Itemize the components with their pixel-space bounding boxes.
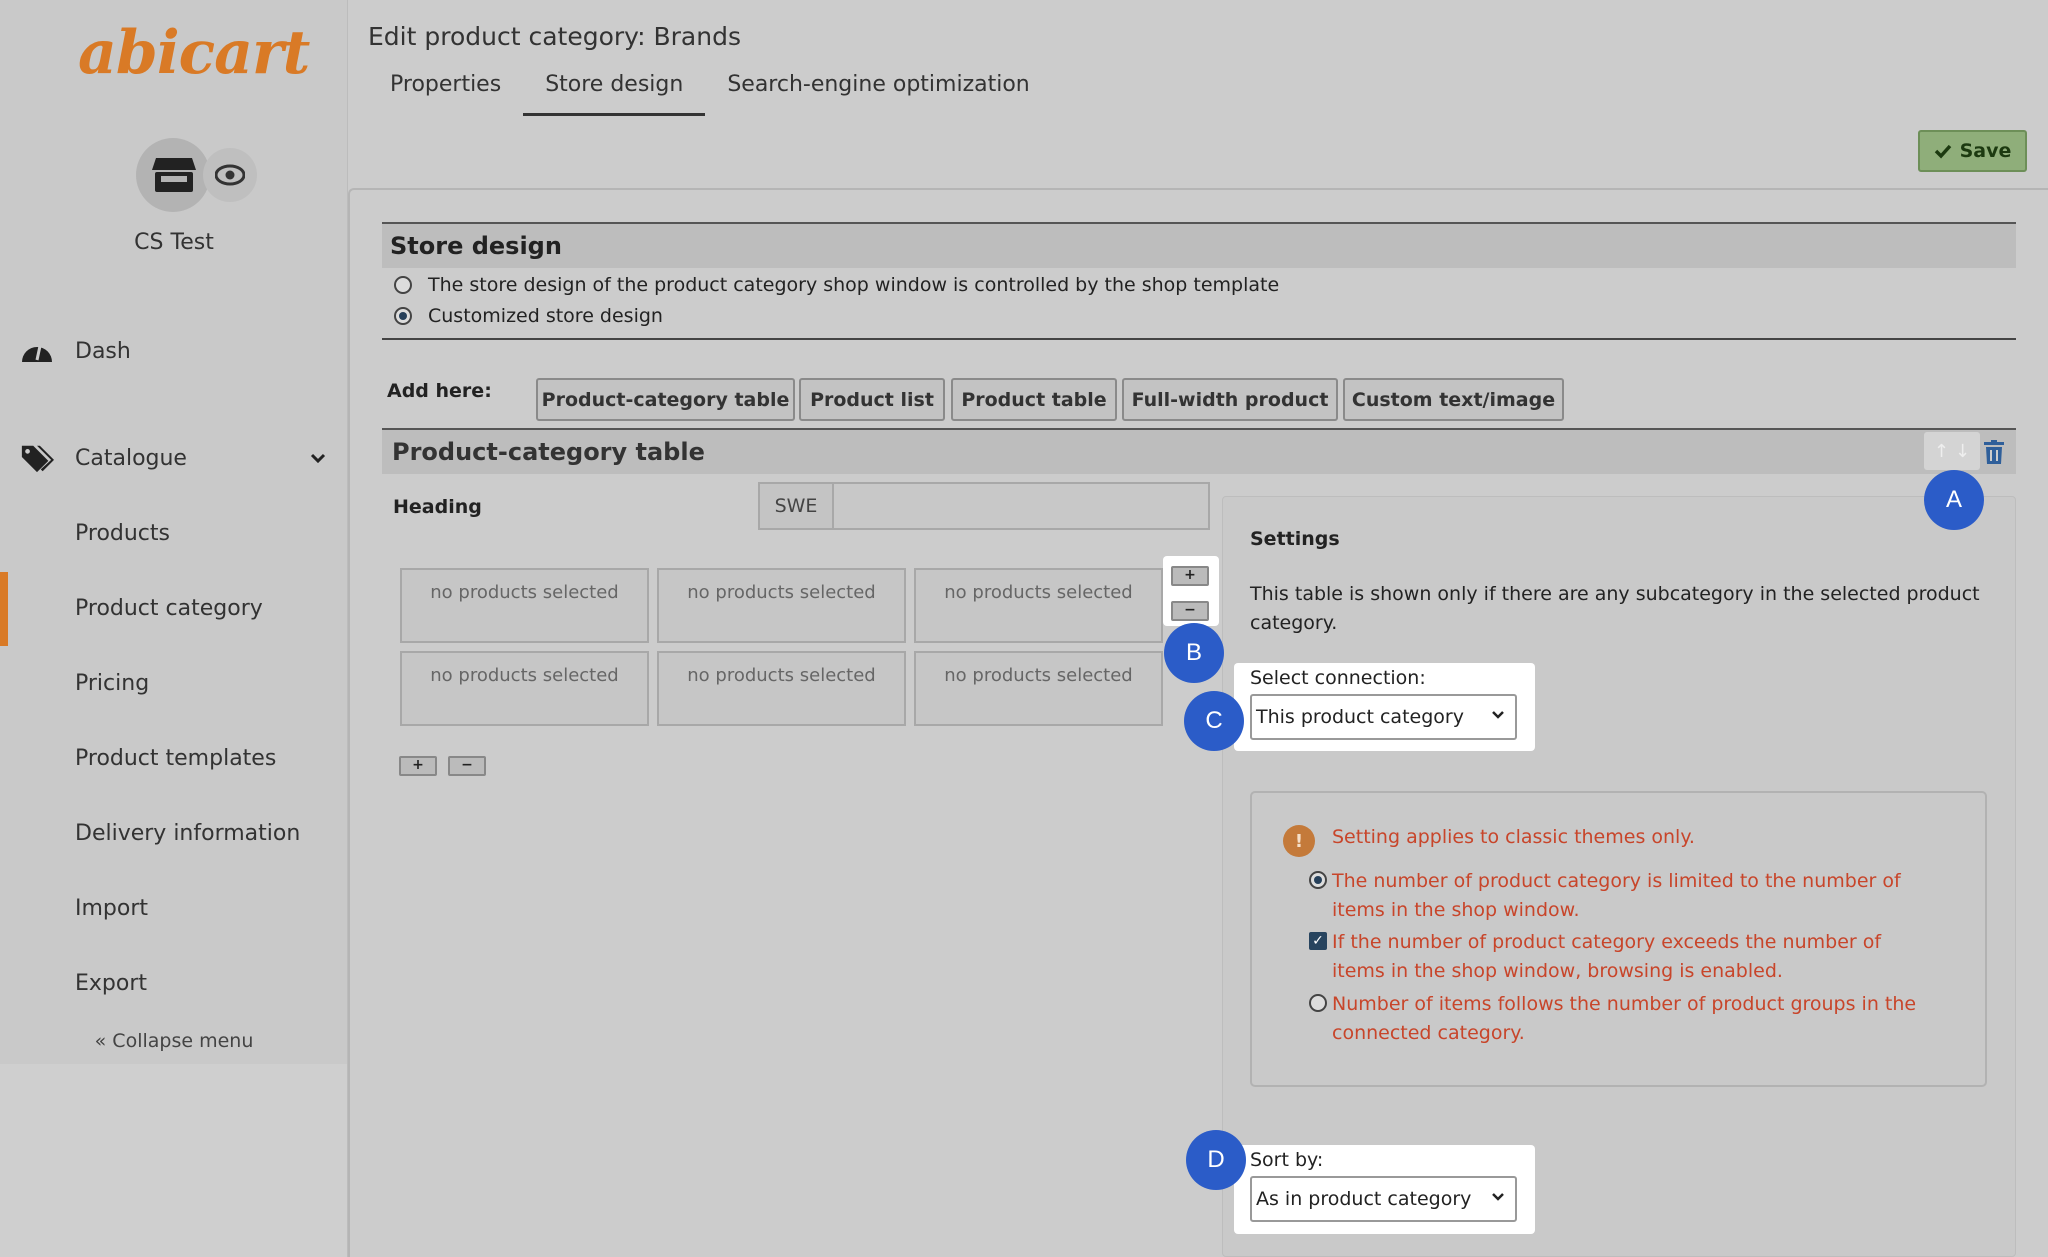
radio-follow-groups[interactable] — [1309, 994, 1327, 1012]
callout-badge-d: D — [1186, 1130, 1246, 1190]
store-design-heading: Store design — [382, 222, 2016, 268]
option-limit-label: The number of product category is limite… — [1332, 870, 1901, 921]
remove-column-button[interactable]: − — [1171, 601, 1209, 621]
tags-icon — [21, 445, 54, 473]
add-here-label: Add here: — [387, 380, 492, 402]
sidebar-item-import[interactable]: Import — [0, 880, 348, 936]
tab-seo[interactable]: Search-engine optimization — [705, 72, 1051, 116]
sort-label: Sort by: — [1250, 1149, 1324, 1171]
dashboard-icon — [22, 345, 52, 362]
save-button[interactable]: Save — [1918, 130, 2027, 172]
chevron-down-icon — [310, 453, 326, 463]
heading-input[interactable] — [832, 482, 1210, 530]
sidebar: abicart CS Test Dash Catalogue Products … — [0, 0, 348, 1064]
add-product-category-table-button[interactable]: Product-category table — [536, 378, 795, 421]
add-full-width-product-button[interactable]: Full-width product — [1122, 378, 1338, 421]
sidebar-item-label: Products — [75, 520, 170, 546]
sidebar-footer-area — [0, 1064, 348, 1257]
add-row-button[interactable]: + — [399, 756, 437, 776]
sort-value: As in product category — [1256, 1188, 1472, 1210]
radio-button[interactable] — [394, 307, 412, 325]
collapse-menu-label: Collapse menu — [112, 1030, 254, 1052]
page-title: Edit product category: Brands — [368, 22, 741, 51]
connection-value: This product category — [1256, 706, 1464, 728]
warning-icon: ! — [1283, 825, 1315, 857]
sort-select[interactable]: As in product category — [1250, 1176, 1517, 1222]
language-tag: SWE — [758, 482, 834, 530]
eye-icon[interactable] — [203, 148, 257, 202]
radio-label: Customized store design — [428, 305, 663, 327]
callout-badge-a: A — [1924, 470, 1984, 530]
category-cell[interactable]: no products selected — [657, 651, 906, 726]
add-product-table-button[interactable]: Product table — [951, 378, 1117, 421]
add-column-button[interactable]: + — [1171, 566, 1209, 586]
chevron-down-icon — [1492, 711, 1504, 719]
chevron-down-icon — [1492, 1193, 1504, 1201]
block-title: Product-category table — [382, 428, 2016, 474]
sidebar-item-delivery-information[interactable]: Delivery information — [0, 805, 348, 861]
arrow-up-icon[interactable]: ↑ — [1934, 441, 1949, 462]
sidebar-item-products[interactable]: Products — [0, 505, 348, 561]
sidebar-item-export[interactable]: Export — [0, 955, 348, 1011]
save-label: Save — [1959, 140, 2012, 162]
sidebar-item-label: Import — [75, 895, 149, 921]
sidebar-item-product-templates[interactable]: Product templates — [0, 730, 348, 786]
sidebar-item-label: Dash — [75, 338, 131, 364]
settings-description: This table is shown only if there are an… — [1250, 583, 1980, 634]
checkmark-icon — [1934, 144, 1951, 159]
tab-properties[interactable]: Properties — [368, 72, 523, 116]
settings-title: Settings — [1250, 528, 1340, 550]
divider — [382, 338, 2016, 340]
category-cell[interactable]: no products selected — [914, 568, 1163, 643]
warning-text: Setting applies to classic themes only. — [1332, 826, 1695, 848]
add-product-list-button[interactable]: Product list — [799, 378, 945, 421]
collapse-menu-button[interactable]: « Collapse menu — [0, 1030, 348, 1052]
heading-label: Heading — [393, 496, 482, 518]
connection-label: Select connection: — [1250, 667, 1426, 689]
tab-store-design[interactable]: Store design — [523, 72, 706, 116]
browsing-checkbox[interactable]: ✓ — [1309, 932, 1327, 950]
sidebar-item-label: Delivery information — [75, 820, 301, 846]
sidebar-item-catalogue[interactable]: Catalogue — [0, 430, 348, 486]
radio-template-controlled[interactable]: The store design of the product category… — [394, 274, 1279, 296]
shop-name: CS Test — [134, 230, 214, 255]
option-follow-label: Number of items follows the number of pr… — [1332, 993, 1917, 1044]
category-cell[interactable]: no products selected — [400, 651, 649, 726]
sidebar-item-product-category[interactable]: Product category — [0, 580, 348, 636]
radio-customized-design[interactable]: Customized store design — [394, 305, 663, 327]
category-cell[interactable]: no products selected — [657, 568, 906, 643]
sidebar-item-label: Product category — [75, 595, 263, 621]
callout-badge-c: C — [1184, 691, 1244, 751]
radio-limit-items[interactable] — [1309, 871, 1327, 889]
double-chevron-left-icon: « — [94, 1030, 107, 1052]
trash-icon[interactable] — [1984, 440, 2004, 464]
sidebar-item-dashboard[interactable]: Dash — [0, 323, 348, 379]
radio-label: The store design of the product category… — [428, 274, 1280, 296]
option-browse-label: If the number of product category exceed… — [1332, 931, 1882, 982]
storefront-icon[interactable] — [136, 138, 210, 212]
tab-bar: Properties Store design Search-engine op… — [368, 72, 1052, 116]
category-cell[interactable]: no products selected — [400, 568, 649, 643]
sidebar-item-label: Product templates — [75, 745, 277, 771]
add-custom-text-image-button[interactable]: Custom text/image — [1343, 378, 1564, 421]
sidebar-item-label: Pricing — [75, 670, 150, 696]
sidebar-item-label: Catalogue — [75, 445, 187, 471]
callout-badge-b: B — [1164, 623, 1224, 683]
sidebar-item-label: Export — [75, 970, 148, 996]
reorder-arrows[interactable]: ↑ ↓ — [1924, 432, 1980, 470]
radio-button[interactable] — [394, 276, 412, 294]
arrow-down-icon[interactable]: ↓ — [1955, 441, 1970, 462]
category-cell[interactable]: no products selected — [914, 651, 1163, 726]
sidebar-item-pricing[interactable]: Pricing — [0, 655, 348, 711]
connection-select[interactable]: This product category — [1250, 694, 1517, 740]
abicart-logo[interactable]: abicart — [78, 18, 310, 88]
remove-row-button[interactable]: − — [448, 756, 486, 776]
